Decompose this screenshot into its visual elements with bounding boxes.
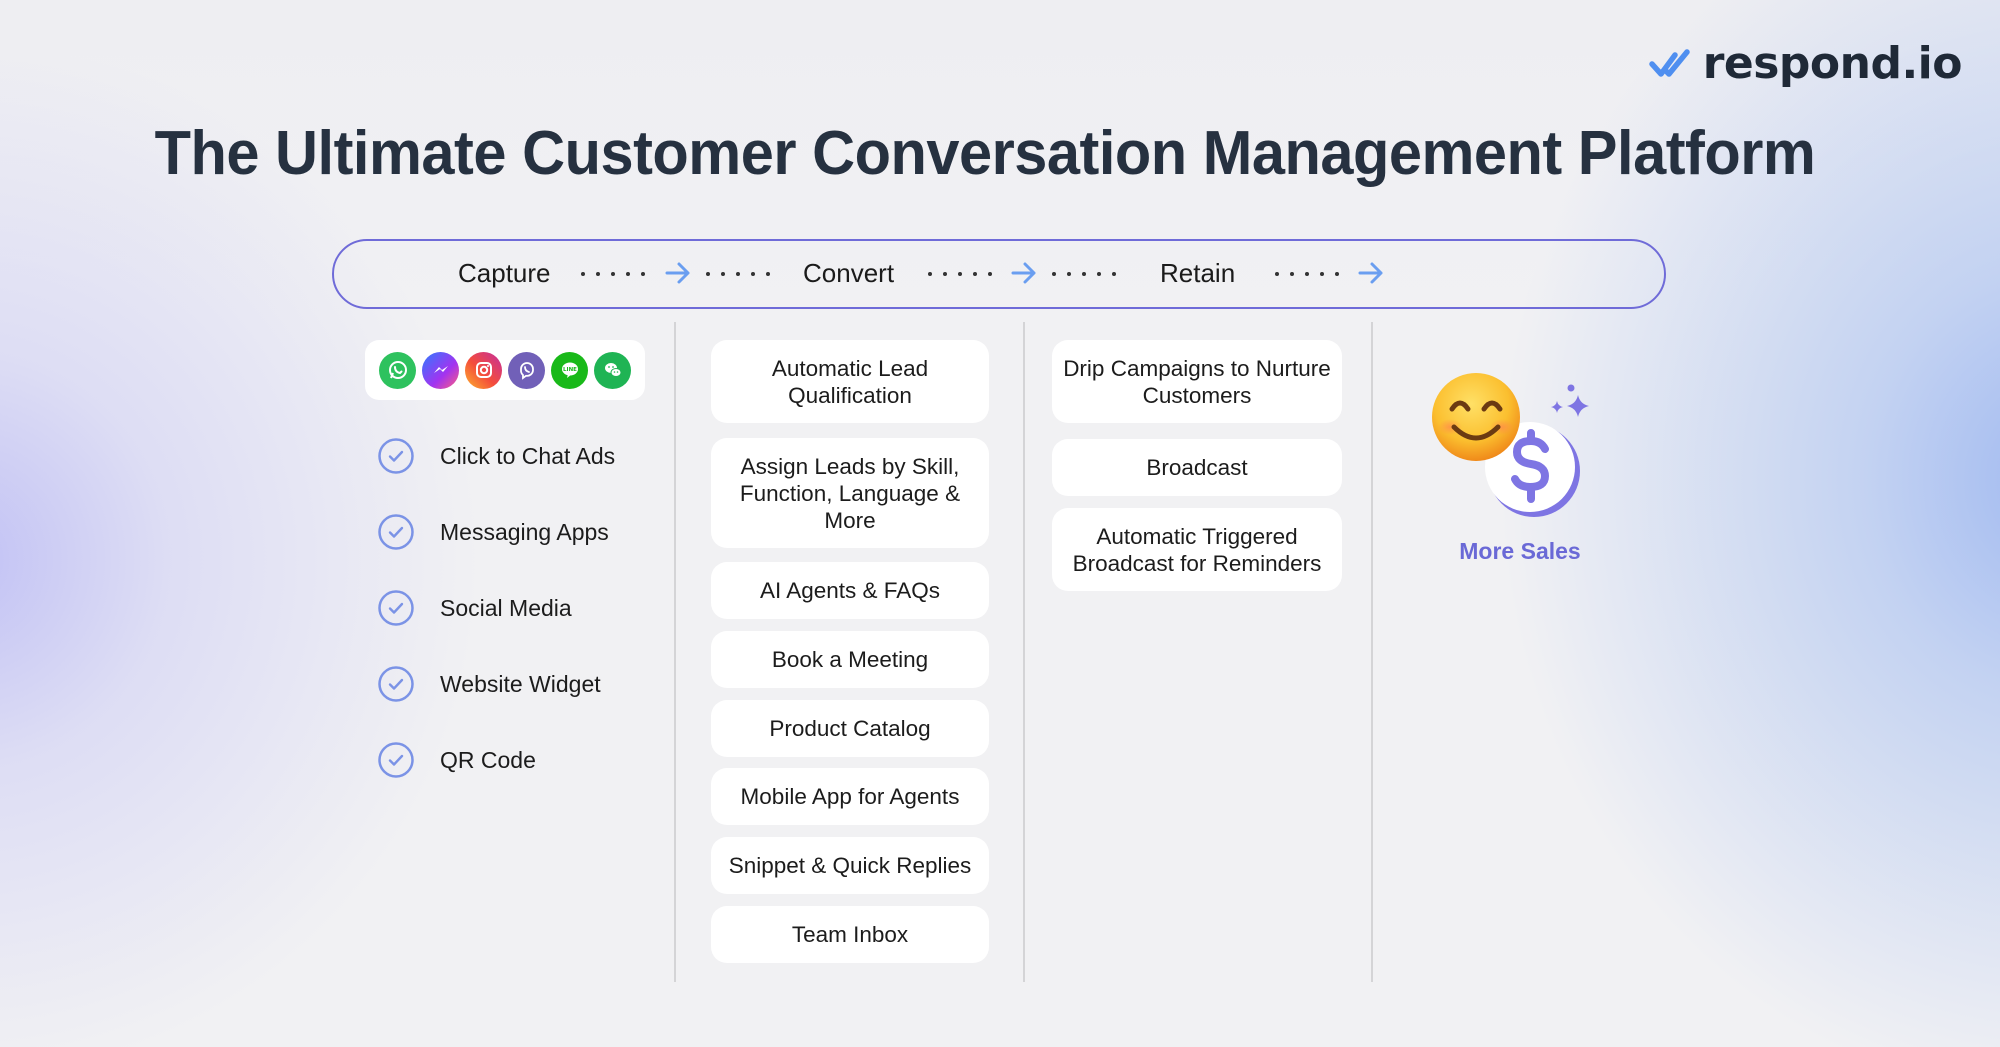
stage-capture: Capture [458, 258, 551, 288]
check-circle-icon [378, 666, 414, 702]
feature-card: Product Catalog [711, 700, 989, 757]
messenger-icon[interactable] [422, 351, 459, 389]
list-item-label: Website Widget [440, 670, 601, 697]
list-item: Social Media [378, 588, 615, 628]
feature-card: Assign Leads by Skill, Function, Languag… [711, 438, 989, 548]
dotted-connector [581, 241, 645, 306]
list-item: QR Code [378, 740, 615, 780]
sparkle-icon [1551, 384, 1589, 417]
list-item: Messaging Apps [378, 512, 615, 552]
more-sales-illustration [1430, 365, 1610, 525]
feature-card: Drip Campaigns to Nurture Customers [1052, 340, 1342, 423]
stage-retain: Retain [1160, 258, 1236, 288]
column-divider [674, 322, 676, 982]
feature-card: AI Agents & FAQs [711, 562, 989, 619]
feature-card: Mobile App for Agents [711, 768, 989, 825]
double-check-logo-icon [1648, 48, 1690, 77]
list-item-label: Click to Chat Ads [440, 442, 616, 469]
list-item: Website Widget [378, 664, 615, 704]
smiling-face-emoji-icon [1432, 373, 1520, 461]
page-title: The Ultimate Customer Conversation Manag… [0, 118, 2000, 189]
brand-name: respond.io [1702, 38, 1963, 89]
line-icon[interactable]: LINE [551, 351, 588, 389]
dotted-connector [1052, 241, 1116, 306]
list-item: Click to Chat Ads [378, 436, 615, 476]
brand-logo[interactable]: respond.io [1648, 38, 1963, 89]
column-divider [1023, 322, 1025, 982]
svg-text:LINE: LINE [563, 367, 577, 373]
feature-card: Book a Meeting [711, 631, 989, 688]
list-item-label: Messaging Apps [440, 518, 609, 545]
check-circle-icon [378, 742, 414, 778]
dotted-connector [1275, 241, 1339, 306]
arrow-right-icon [1358, 262, 1383, 284]
check-circle-icon [378, 514, 414, 550]
outcome-label: More Sales [1459, 538, 1581, 564]
dotted-connector [706, 241, 770, 306]
capture-list: Click to Chat Ads Messaging Apps Social … [378, 436, 615, 816]
pipeline-bar: Capture Convert Retain [332, 239, 1666, 309]
page-title-text: The Ultimate Customer Conversation Manag… [154, 119, 1816, 188]
feature-card: Team Inbox [711, 906, 989, 963]
feature-card: Automatic Triggered Broadcast for Remind… [1052, 508, 1342, 591]
list-item-label: Social Media [440, 594, 572, 621]
arrow-right-icon [1011, 262, 1036, 284]
check-circle-icon [378, 590, 414, 626]
whatsapp-icon[interactable] [379, 351, 416, 389]
feature-card: Broadcast [1052, 439, 1342, 496]
check-circle-icon [378, 438, 414, 474]
stage-convert: Convert [803, 258, 895, 288]
column-divider [1371, 322, 1373, 982]
instagram-icon[interactable] [465, 351, 502, 389]
feature-card: Snippet & Quick Replies [711, 837, 989, 894]
viber-icon[interactable] [508, 351, 545, 389]
feature-card: Automatic Lead Qualification [711, 340, 989, 423]
wechat-icon[interactable] [594, 351, 631, 389]
dotted-connector [928, 241, 992, 306]
list-item-label: QR Code [440, 746, 536, 773]
channel-icons-strip: LINE [365, 340, 645, 400]
arrow-right-icon [665, 262, 690, 284]
